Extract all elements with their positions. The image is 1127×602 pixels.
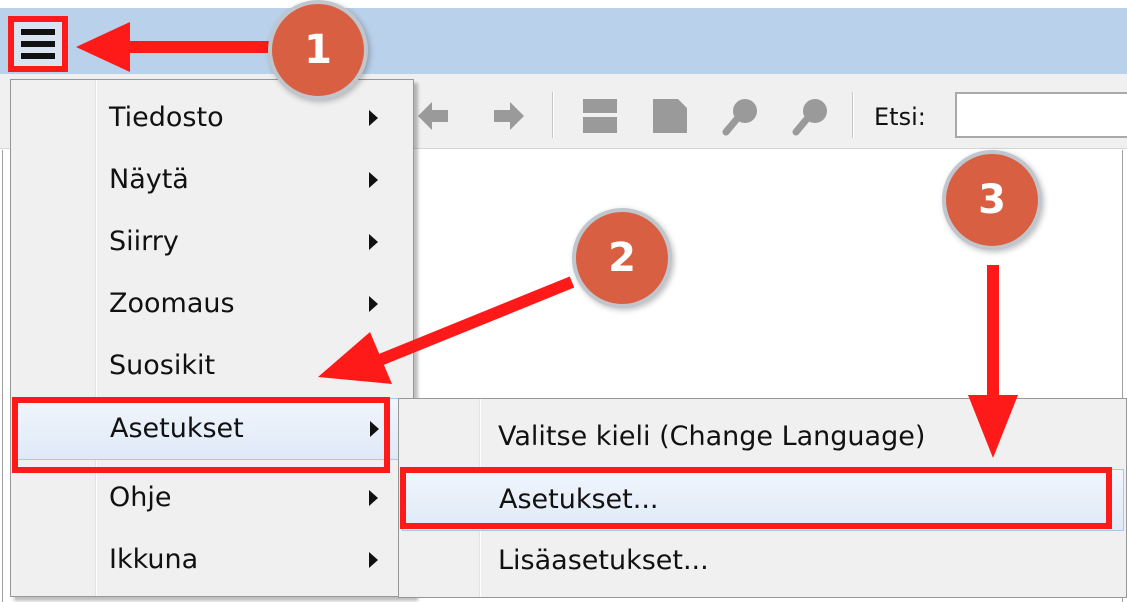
highlight-box-asetukset-submenu (400, 467, 1112, 529)
menu-item-zoomaus[interactable]: Zoomaus (13, 274, 411, 336)
hamburger-icon-bar (21, 41, 55, 47)
submenu-arrow-icon (369, 552, 378, 568)
window-titlebar (0, 8, 1127, 74)
main-menu-button[interactable] (8, 16, 68, 72)
zoom-out-icon[interactable] (792, 96, 832, 136)
main-menu: Tiedosto Näytä Siirry Zoomaus Suosikit A… (10, 79, 414, 597)
fit-page-icon[interactable] (580, 96, 620, 136)
menu-item-nayta[interactable]: Näytä (13, 150, 411, 212)
menu-item-label: Tiedosto (109, 102, 224, 133)
submenu-item-label: Valitse kieli (Change Language) (498, 421, 926, 452)
menu-item-siirry[interactable]: Siirry (13, 212, 411, 274)
hamburger-icon (21, 29, 55, 35)
menu-item-label: Ohje (109, 482, 172, 513)
step-2-badge: 2 (572, 208, 672, 308)
back-arrow-icon[interactable] (412, 96, 452, 136)
fit-width-icon[interactable] (650, 96, 690, 136)
menu-item-label: Ikkuna (109, 544, 199, 575)
menu-item-ohje[interactable]: Ohje (13, 468, 411, 530)
submenu-arrow-icon (369, 172, 378, 188)
forward-arrow-icon[interactable] (490, 96, 530, 136)
menu-item-tiedosto[interactable]: Tiedosto (13, 88, 411, 150)
menu-item-suosikit[interactable]: Suosikit (13, 336, 411, 398)
menu-item-label: Näytä (109, 164, 189, 195)
submenu-item-lisaasetukset[interactable]: Lisäasetukset... (402, 531, 1124, 593)
submenu-arrow-icon (369, 234, 378, 250)
submenu-item-label: Lisäasetukset... (498, 545, 709, 576)
highlight-box-asetukset (12, 397, 390, 473)
toolbar-separator (552, 92, 554, 138)
menu-item-label: Suosikit (109, 350, 216, 381)
toolbar-separator (852, 92, 854, 138)
step-1-badge: 1 (268, 0, 368, 100)
submenu-item-change-language[interactable]: Valitse kieli (Change Language) (402, 407, 1124, 469)
submenu-arrow-icon (369, 110, 378, 126)
menu-item-label: Siirry (109, 226, 179, 257)
hamburger-icon-bar (21, 53, 55, 59)
menu-item-ikkuna[interactable]: Ikkuna (13, 530, 411, 592)
search-label: Etsi: (874, 103, 926, 131)
search-input[interactable] (955, 92, 1127, 138)
zoom-in-icon[interactable] (722, 96, 762, 136)
submenu-arrow-icon (369, 490, 378, 506)
menu-item-label: Zoomaus (109, 288, 235, 319)
step-3-badge: 3 (942, 150, 1042, 250)
submenu-arrow-icon (369, 296, 378, 312)
